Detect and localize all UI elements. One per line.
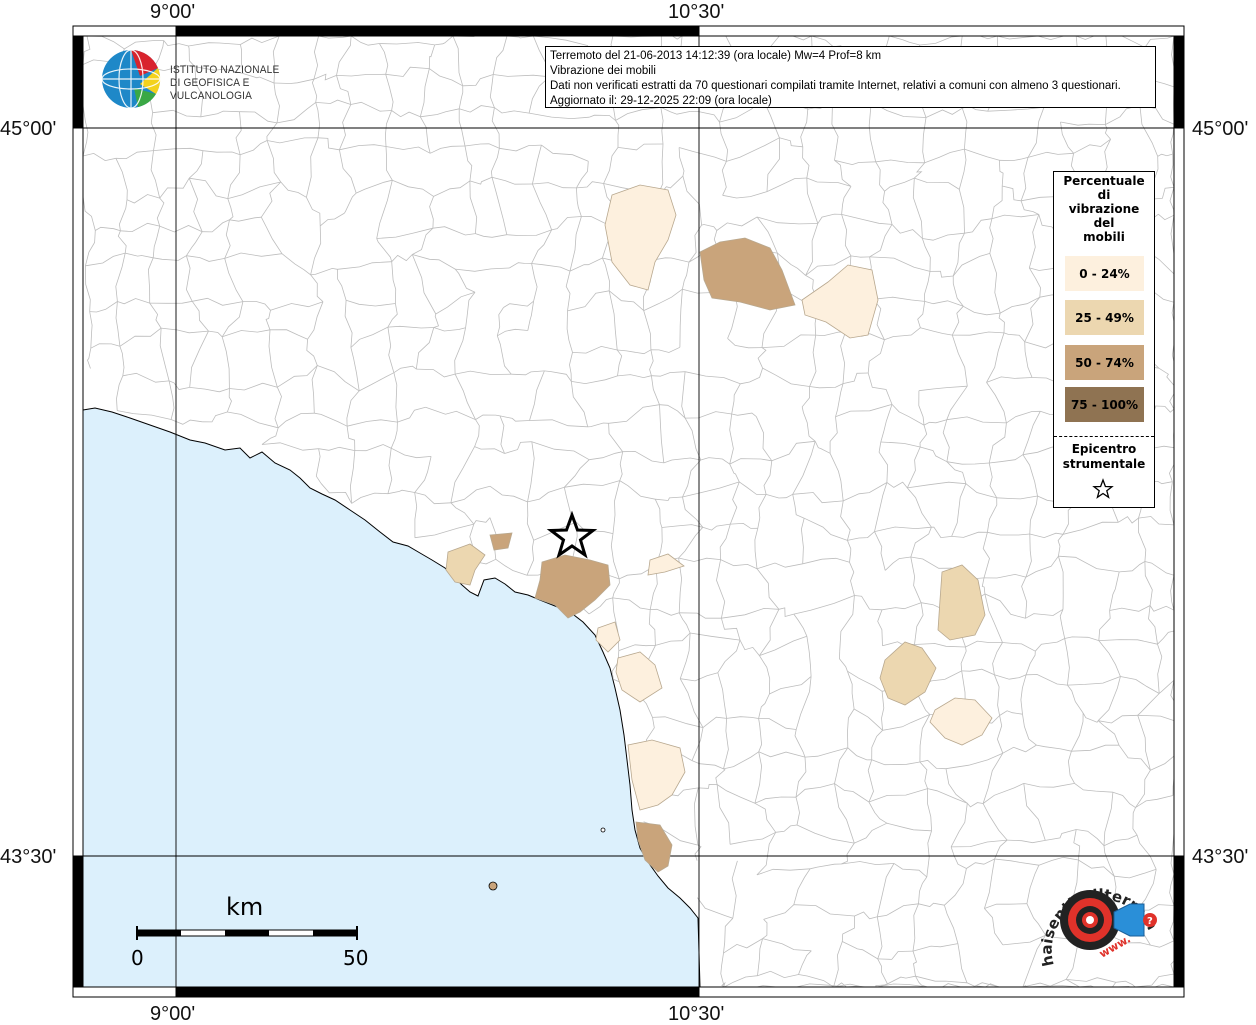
event-header: Terremoto del 21-06-2013 14:12:39 (ora l… [550,49,1151,64]
legend-title-line: del [1056,216,1152,230]
legend-item-75-100: 75 - 100% [1065,387,1144,422]
island [601,828,605,832]
legend-title: Percentuale di vibrazione del mobili [1054,174,1154,244]
ingv-name-line1: ISTITUTO NAZIONALE [170,64,317,77]
legend-divider [1054,436,1154,437]
legend-epicenter-label: Epicentro strumentale [1054,442,1154,472]
star-outline-icon [1092,478,1114,500]
legend-title-line: di [1056,188,1152,202]
legend-title-line: Percentuale [1056,174,1152,188]
map-subject: Vibrazione dei mobili [550,64,1151,79]
coord-right-lower: 43°30' [1192,847,1248,867]
coord-right-upper: 45°00' [1192,119,1248,139]
hst-logo-graphic: haisentitoilterremoto.it ? www. [1032,860,1172,990]
ingv-name-line2: DI GEOFISICA E VULCANOLOGIA [170,77,317,103]
data-note: Dati non verificati estratti da 70 quest… [550,79,1151,94]
scale-unit: km [226,893,263,921]
svg-text:?: ? [1147,916,1153,927]
coord-bottom-left: 9°00' [150,1004,195,1024]
ingv-globe-icon [100,48,164,110]
legend-title-line: vibrazione [1056,202,1152,216]
legend-item-25-49: 25 - 49% [1065,300,1144,335]
legend-epicenter-line: Epicentro [1054,442,1154,457]
island [489,882,497,890]
coord-top-left: 9°00' [150,2,195,22]
coord-left-upper: 45°00' [0,119,56,139]
legend-epicenter-line: strumentale [1054,457,1154,472]
coord-left-lower: 43°30' [0,847,56,867]
hst-logo: haisentitoilterremoto.it ? www. [1032,860,1172,990]
event-info-box: Terremoto del 21-06-2013 14:12:39 (ora l… [545,46,1156,108]
updated-timestamp: Aggiornato il: 29-12-2025 22:09 (ora loc… [550,94,1151,109]
legend-item-0-24: 0 - 24% [1065,256,1144,291]
scale-min-label: 0 [131,946,144,970]
coord-top-right: 10°30' [668,2,724,22]
legend: Percentuale di vibrazione del mobili 0 -… [1053,171,1155,508]
ingv-logo: ISTITUTO NAZIONALE DI GEOFISICA E VULCAN… [100,48,330,110]
legend-item-50-74: 50 - 74% [1065,345,1144,380]
coord-bottom-right: 10°30' [668,1004,724,1024]
legend-title-line: mobili [1056,230,1152,244]
scale-max-label: 50 [343,946,368,970]
